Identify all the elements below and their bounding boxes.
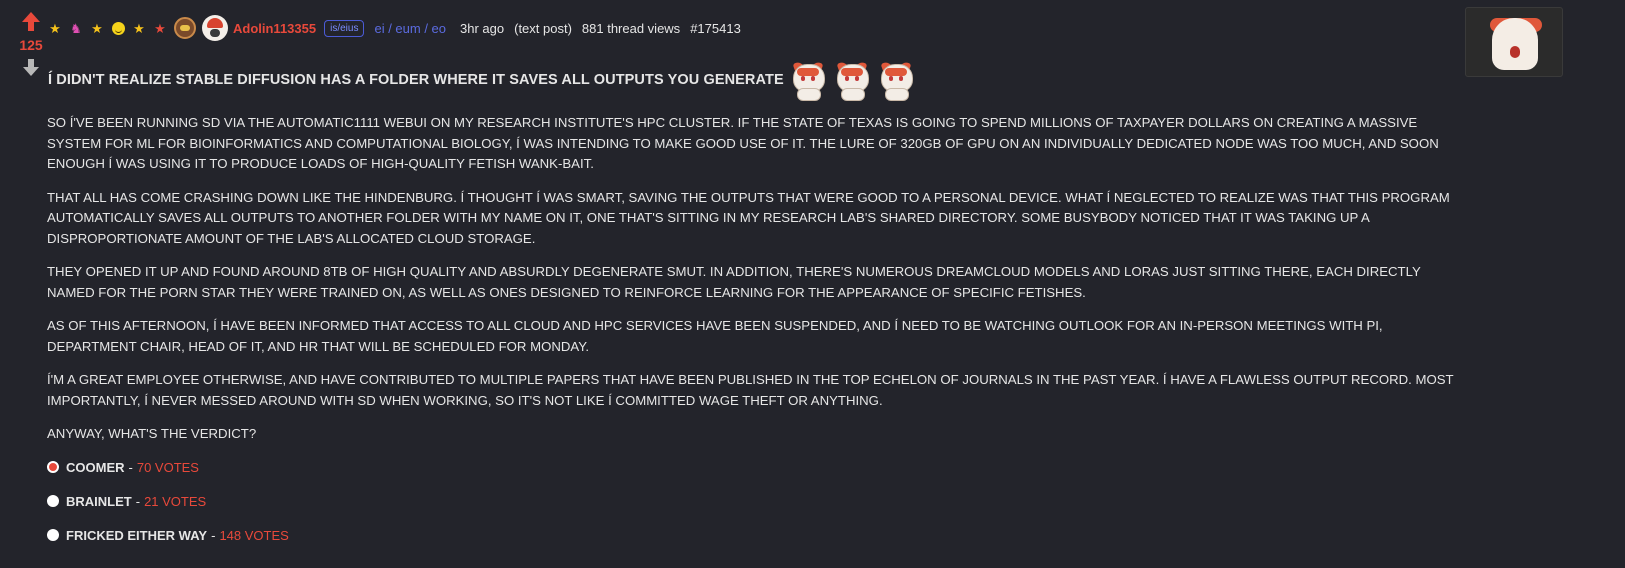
star-icon: ★ <box>91 20 103 36</box>
username-link[interactable]: Adolin113355 <box>233 21 316 36</box>
post-time: 3hr ago <box>460 20 505 36</box>
title-row: Í DIDN'T REALIZE STABLE DIFFUSION HAS A … <box>48 60 916 101</box>
post-type: (text post) <box>514 20 572 36</box>
poll-separator: - <box>135 493 141 509</box>
arrow-down-icon <box>23 67 39 76</box>
post-body: SO Í'VE BEEN RUNNING SD VIA THE AUTOMATI… <box>47 113 1457 458</box>
poll-option-brainlet[interactable]: BRAINLET - 21 VOTES <box>47 491 289 511</box>
poll-separator: - <box>211 527 216 543</box>
post-paragraph: AS OF THIS AFTERNOON, Í HAVE BEEN INFORM… <box>47 318 1383 354</box>
radio-button[interactable] <box>47 461 59 473</box>
sub-tag[interactable]: is/eius <box>324 19 365 37</box>
view-count: 881 thread views <box>581 20 681 36</box>
star-icon: ★ <box>49 20 61 36</box>
post-paragraph: ANYWAY, WHAT'S THE VERDICT? <box>47 426 257 441</box>
poll-option-fricked-either-way[interactable]: FRICKED EITHER WAY - 148 VOTES <box>47 525 289 545</box>
vote-score: 125 <box>19 37 43 53</box>
star-icon: ★ <box>154 20 166 36</box>
cat-emote-icon <box>788 60 828 101</box>
radio-button[interactable] <box>47 495 59 507</box>
post-id[interactable]: #175413 <box>690 21 741 36</box>
avatar[interactable] <box>202 15 228 41</box>
poll-vote-count: 148 VOTES <box>219 527 289 543</box>
smiley-icon <box>111 21 125 35</box>
poll: COOMER - 70 VOTES BRAINLET - 21 VOTES FR… <box>47 457 289 559</box>
post-title[interactable]: Í DIDN'T REALIZE STABLE DIFFUSION HAS A … <box>48 72 784 88</box>
post-paragraph: SO Í'VE BEEN RUNNING SD VIA THE AUTOMATI… <box>47 115 1439 171</box>
poll-option-coomer[interactable]: COOMER - 70 VOTES <box>47 457 289 477</box>
post-paragraph: THAT ALL HAS COME CRASHING DOWN LIKE THE… <box>47 189 1450 246</box>
poll-option-label: BRAINLET <box>66 493 132 509</box>
poll-separator: - <box>128 459 133 475</box>
thumbnail-image[interactable] <box>1465 7 1563 77</box>
poll-vote-count: 70 VOTES <box>136 459 199 475</box>
arrow-up-icon <box>22 12 40 22</box>
radio-button[interactable] <box>47 529 59 541</box>
badge-icon <box>174 17 196 39</box>
post-meta: ★ ♞ ★ ★ ★ Adolin113355 is/eius ei / eum … <box>48 15 751 41</box>
post-paragraph: THEY OPENED IT UP AND FOUND AROUND 8TB O… <box>47 264 1421 300</box>
poll-vote-count: 21 VOTES <box>144 493 207 509</box>
cat-emote-icon <box>876 60 916 101</box>
cat-emote-icon <box>832 60 872 101</box>
vote-column: 125 <box>18 12 44 76</box>
horse-icon: ♞ <box>70 20 82 36</box>
poll-option-label: COOMER <box>66 459 125 475</box>
breadcrumb[interactable]: ei / eum / eo <box>374 21 446 36</box>
post-paragraph: Í'M A GREAT EMPLOYEE OTHERWISE, AND HAVE… <box>47 372 1454 408</box>
star-icon: ★ <box>133 20 145 36</box>
poll-option-label: FRICKED EITHER WAY <box>66 527 208 543</box>
downvote-button[interactable] <box>18 59 44 76</box>
upvote-button[interactable] <box>18 12 44 31</box>
